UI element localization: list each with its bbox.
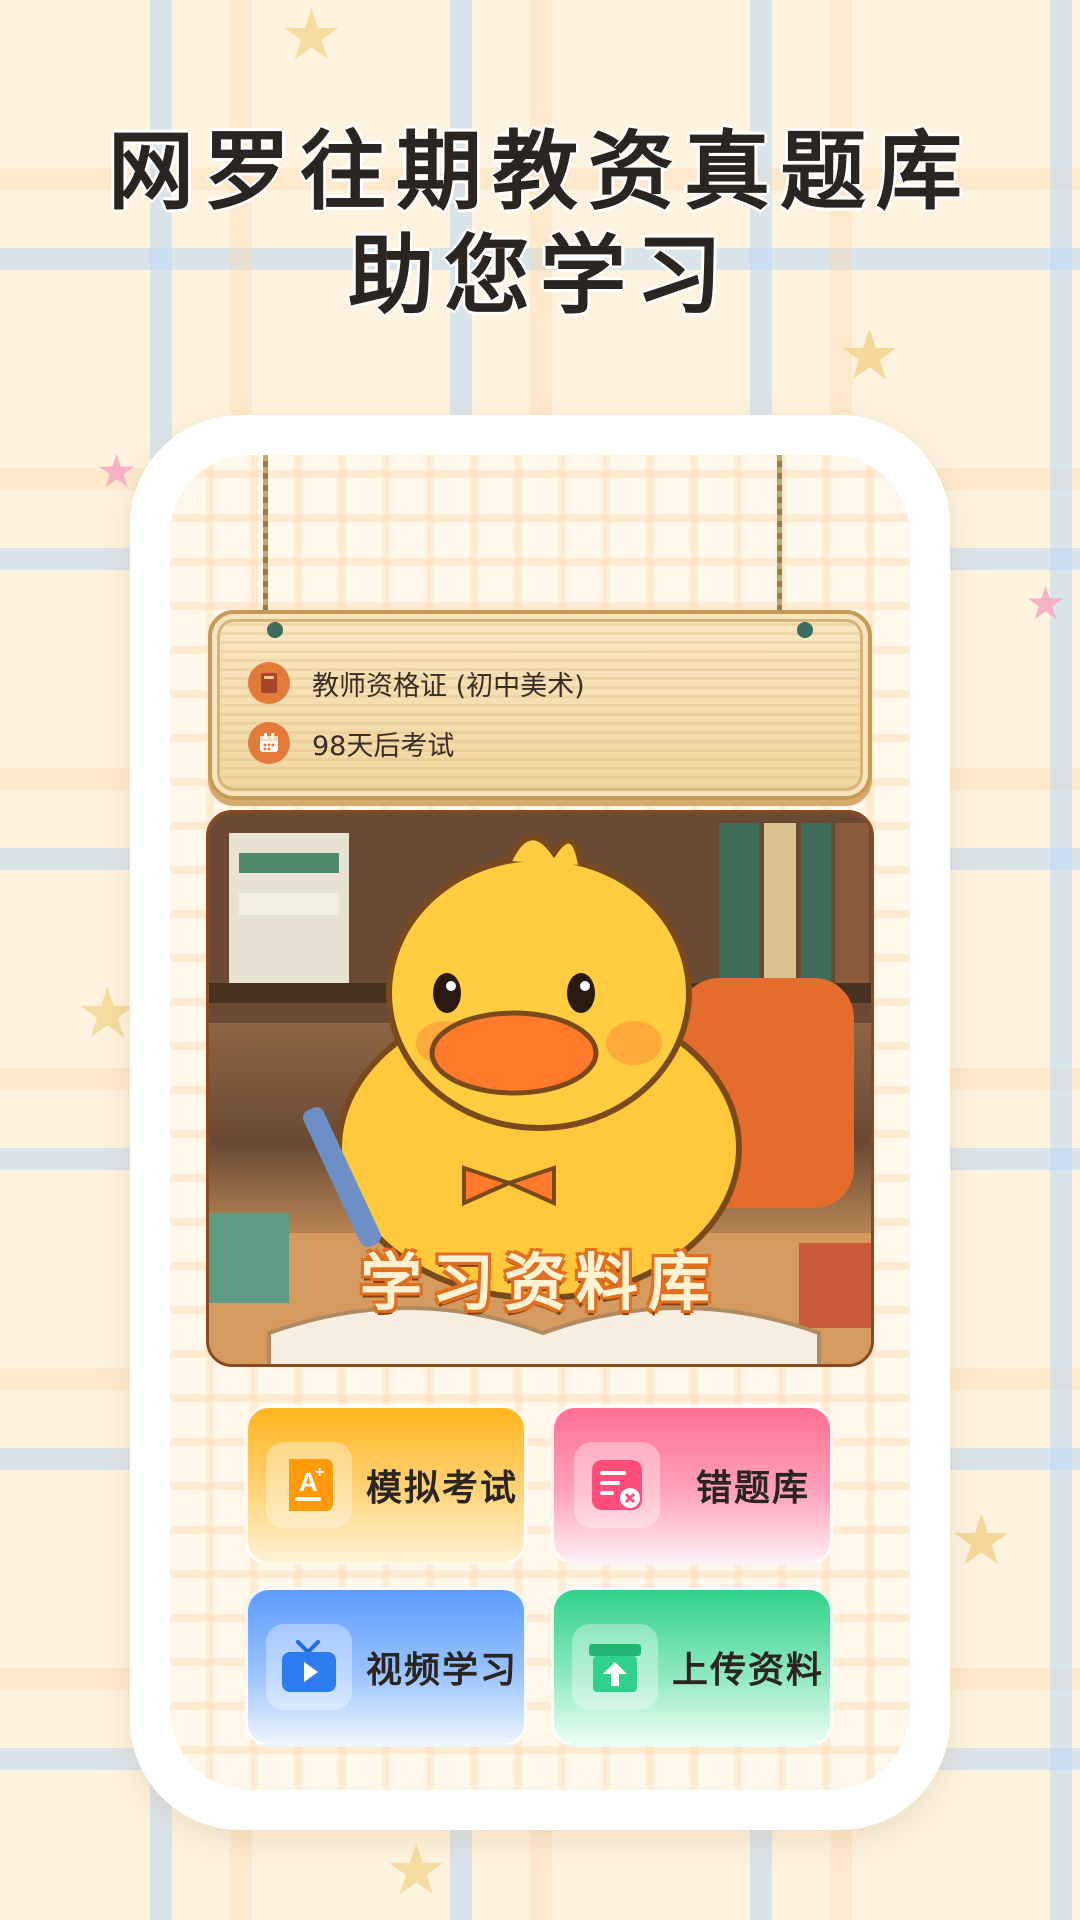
headline: 网罗往期教资真题库 助您学习 <box>0 120 1080 328</box>
study-library-banner[interactable]: 学习资料库 <box>206 810 874 1367</box>
nail-icon <box>797 622 813 638</box>
svg-text:+: + <box>315 1464 324 1481</box>
rope-left <box>263 455 268 615</box>
star-decoration: ★ <box>280 0 343 76</box>
star-decoration: ★ <box>385 1829 448 1911</box>
nail-icon <box>267 622 283 638</box>
upload-materials-label: 上传资料 <box>672 1650 825 1691</box>
headline-line-1: 网罗往期教资真题库 <box>108 122 972 222</box>
upload-materials-button[interactable]: 上传资料 <box>551 1587 833 1747</box>
mock-exam-label: 模拟考试 <box>366 1468 519 1509</box>
exam-name-row: 教师资格证 (初中美术) <box>248 662 585 704</box>
star-decoration: ★ <box>950 1499 1013 1581</box>
banner-title: 学习资料库 <box>359 1246 720 1319</box>
book-icon <box>248 662 290 704</box>
video-study-label: 视频学习 <box>366 1650 519 1691</box>
rope-right <box>777 455 782 615</box>
wrong-questions-button[interactable]: 错题库 <box>551 1405 833 1565</box>
phone-frame: 教师资格证 (初中美术) 98天后考试 学习资料库 A + 模拟考试 错题库 视… <box>130 415 950 1830</box>
star-decoration: ★ <box>838 314 901 396</box>
mock-exam-button[interactable]: A + 模拟考试 <box>245 1405 527 1565</box>
action-grid: A + 模拟考试 错题库 视频学习 上传资料 <box>245 1405 835 1747</box>
headline-line-2: 助您学习 <box>348 226 732 326</box>
calendar-icon <box>248 722 290 764</box>
exam-name: 教师资格证 (初中美术) <box>312 670 585 702</box>
tv-icon <box>266 1624 352 1710</box>
star-decoration: ★ <box>96 444 138 498</box>
wrong-questions-label: 错题库 <box>696 1468 811 1509</box>
exam-countdown: 98天后考试 <box>312 730 455 762</box>
wrong-questions-icon <box>574 1442 660 1528</box>
exam-info-sign[interactable]: 教师资格证 (初中美术) 98天后考试 <box>208 610 872 800</box>
star-decoration: ★ <box>1025 576 1067 630</box>
phone-screen: 教师资格证 (初中美术) 98天后考试 学习资料库 A + 模拟考试 错题库 视… <box>170 455 910 1790</box>
countdown-row: 98天后考试 <box>248 722 454 764</box>
video-study-button[interactable]: 视频学习 <box>245 1587 527 1747</box>
exam-icon: A + <box>266 1442 352 1528</box>
upload-icon <box>572 1624 658 1710</box>
